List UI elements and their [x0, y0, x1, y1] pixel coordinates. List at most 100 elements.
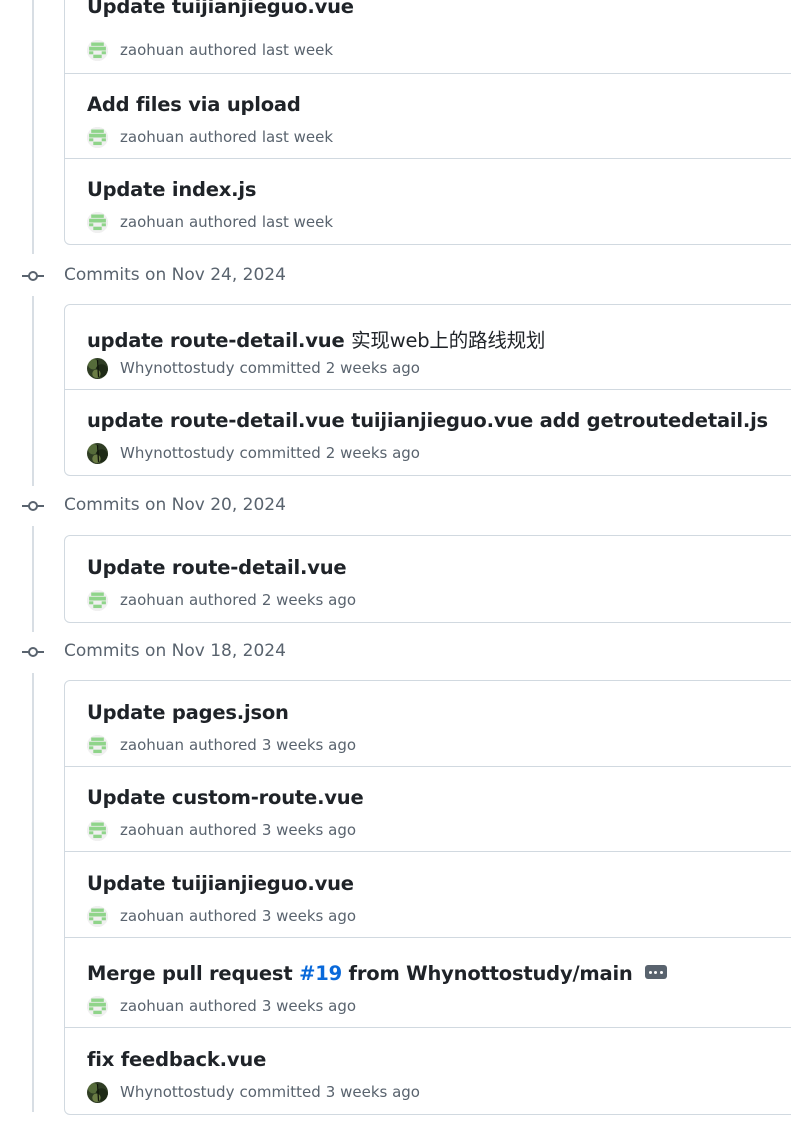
expand-message-icon[interactable]: [644, 964, 667, 979]
commit-title-link[interactable]: update route-detail.vue 实现web上的路线规划: [87, 324, 545, 353]
author-name[interactable]: zaohuan: [120, 997, 184, 1015]
commit-message[interactable]: Update route-detail.vue: [87, 556, 347, 579]
avatar[interactable]: [87, 995, 108, 1017]
avatar[interactable]: [87, 357, 108, 379]
timeline-line: [32, 673, 34, 1112]
commit-meta: zaohuan authored 2 weeks ago: [87, 589, 356, 611]
commit-meta: zaohuan authored 3 weeks ago: [87, 995, 356, 1017]
commit-action: authored: [188, 213, 257, 231]
commit-meta: zaohuan authored last week: [87, 126, 333, 148]
commit-title-link[interactable]: Update index.js: [87, 178, 256, 201]
git-commit-icon: [22, 644, 44, 660]
commit-title-link[interactable]: Update route-detail.vue: [87, 556, 347, 579]
commit-row[interactable]: Merge pull request #19 from Whynottostud…: [65, 938, 791, 1028]
commit-action: committed: [239, 1083, 321, 1101]
relative-time: 3 weeks ago: [261, 997, 357, 1015]
commit-message[interactable]: update route-detail.vue: [87, 329, 345, 352]
relative-time: 2 weeks ago: [261, 591, 357, 609]
author-name[interactable]: zaohuan: [120, 736, 184, 754]
commit-title-link[interactable]: Update pages.json: [87, 701, 289, 724]
author-name[interactable]: Whynottostudy: [120, 1083, 234, 1101]
commit-meta: zaohuan authored 3 weeks ago: [87, 819, 356, 841]
avatar[interactable]: [87, 905, 108, 927]
commit-action: authored: [188, 128, 257, 146]
avatar[interactable]: [87, 589, 108, 611]
relative-time: 2 weeks ago: [325, 444, 420, 462]
avatar[interactable]: [87, 442, 108, 464]
avatar[interactable]: [87, 39, 108, 61]
commit-row[interactable]: update route-detail.vue 实现web上的路线规划 Whyno…: [65, 305, 791, 390]
commit-action: authored: [188, 736, 257, 754]
author-name[interactable]: zaohuan: [120, 41, 184, 59]
relative-time: 3 weeks ago: [261, 907, 357, 925]
commit-message[interactable]: Update tuijianjieguo.vue: [87, 872, 354, 895]
relative-time: last week: [261, 41, 334, 59]
commit-meta: zaohuan authored last week: [87, 39, 333, 61]
avatar[interactable]: [87, 211, 108, 233]
author-name[interactable]: zaohuan: [120, 213, 184, 231]
avatar[interactable]: [87, 1081, 108, 1103]
commit-title-link[interactable]: fix feedback.vue: [87, 1048, 266, 1071]
commit-row[interactable]: Update pages.json zaohuan authored 3 weeks …: [65, 681, 791, 767]
relative-time: 3 weeks ago: [261, 736, 357, 754]
pull-request-link[interactable]: #19: [299, 962, 342, 985]
commits-date-label: Commits on Nov 20, 2024: [64, 495, 286, 515]
commit-row[interactable]: Add files via upload zaohuan authored last …: [65, 74, 791, 159]
commit-row[interactable]: update route-detail.vue tuijianjieguo.vu…: [65, 390, 791, 475]
commit-action: committed: [239, 444, 321, 462]
commit-row[interactable]: Update tuijianjieguo.vue zaohuan authored 3…: [65, 852, 791, 938]
commit-action: authored: [188, 821, 257, 839]
commit-list: Update pages.json zaohuan authored 3 weeks …: [64, 680, 791, 1115]
commit-title-link[interactable]: Add files via upload: [87, 93, 301, 116]
commit-action: authored: [188, 41, 257, 59]
commit-action: authored: [188, 591, 257, 609]
commit-row[interactable]: Update tuijianjieguo.vue zaohuan authored l…: [65, 0, 791, 74]
relative-time: last week: [261, 128, 334, 146]
author-name[interactable]: Whynottostudy: [120, 359, 234, 377]
author-name[interactable]: zaohuan: [120, 128, 184, 146]
timeline-line: [32, 526, 34, 632]
commit-title-link[interactable]: Merge pull request #19 from Whynottostud…: [87, 962, 667, 985]
commit-message[interactable]: Merge pull request: [87, 962, 293, 985]
commit-list: Update route-detail.vue zaohuan authored 2 …: [64, 535, 791, 623]
avatar[interactable]: [87, 734, 108, 756]
author-name[interactable]: zaohuan: [120, 821, 184, 839]
commit-message[interactable]: Update tuijianjieguo.vue: [87, 0, 354, 18]
commit-action: authored: [188, 997, 257, 1015]
commit-message[interactable]: Update custom-route.vue: [87, 786, 364, 809]
commit-message[interactable]: Add files via upload: [87, 93, 301, 116]
commit-meta: zaohuan authored 3 weeks ago: [87, 734, 356, 756]
relative-time: last week: [261, 213, 334, 231]
commit-meta: zaohuan authored 3 weeks ago: [87, 905, 356, 927]
commit-title-link[interactable]: Update custom-route.vue: [87, 786, 364, 809]
commit-row[interactable]: Update index.js zaohuan authored last week: [65, 159, 791, 244]
author-name[interactable]: zaohuan: [120, 591, 184, 609]
commit-action: authored: [188, 907, 257, 925]
commit-list: update route-detail.vue 实现web上的路线规划 Whyno…: [64, 304, 791, 476]
git-commit-icon: [22, 498, 44, 514]
commit-message[interactable]: Update index.js: [87, 178, 256, 201]
commit-row[interactable]: fix feedback.vue Whynottostudy committed 3 …: [65, 1028, 791, 1114]
commit-title-link[interactable]: Update tuijianjieguo.vue: [87, 0, 354, 18]
commit-message[interactable]: update route-detail.vue tuijianjieguo.vu…: [87, 409, 768, 432]
relative-time: 3 weeks ago: [325, 1083, 420, 1101]
commit-list: Update tuijianjieguo.vue zaohuan authored l…: [64, 0, 791, 245]
commit-meta: zaohuan authored last week: [87, 211, 333, 233]
avatar[interactable]: [87, 819, 108, 841]
commits-date-header: Commits on Nov 24, 2024: [0, 261, 791, 291]
commit-row[interactable]: Update route-detail.vue zaohuan authored 2 …: [65, 536, 791, 622]
commit-message-cn[interactable]: 实现web上的路线规划: [351, 329, 545, 352]
commit-message[interactable]: Update pages.json: [87, 701, 289, 724]
commit-title-link[interactable]: update route-detail.vue tuijianjieguo.vu…: [87, 409, 768, 432]
git-commit-icon: [22, 268, 44, 284]
author-name[interactable]: Whynottostudy: [120, 444, 234, 462]
commit-meta: Whynottostudy committed 2 weeks ago: [87, 357, 420, 379]
commit-row[interactable]: Update custom-route.vue zaohuan authored 3 …: [65, 767, 791, 852]
commit-message[interactable]: fix feedback.vue: [87, 1048, 266, 1071]
commit-title-link[interactable]: Update tuijianjieguo.vue: [87, 872, 354, 895]
avatar[interactable]: [87, 126, 108, 148]
author-name[interactable]: zaohuan: [120, 907, 184, 925]
timeline-line: [32, 296, 34, 486]
commit-message-tail[interactable]: from Whynottostudy/main: [349, 962, 633, 985]
timeline-line: [32, 0, 34, 254]
